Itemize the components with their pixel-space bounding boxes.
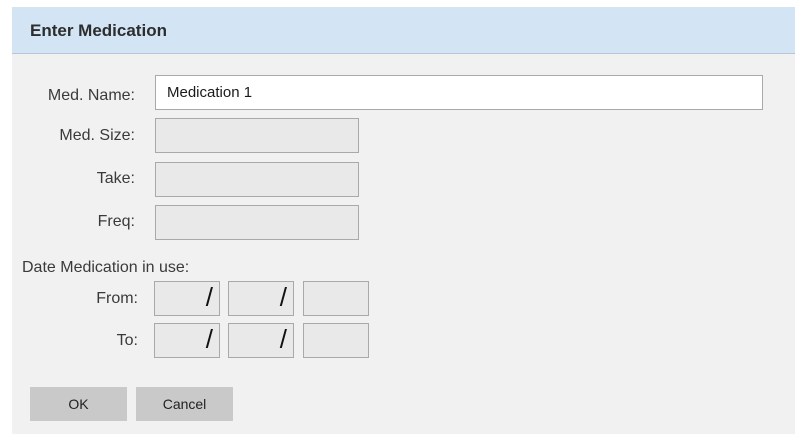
freq-field[interactable] — [155, 205, 359, 240]
from-year-field[interactable] — [303, 281, 369, 316]
to-year-field[interactable] — [303, 323, 369, 358]
med-name-field[interactable]: Medication 1 — [155, 75, 763, 110]
to-date-separator: / — [205, 324, 213, 354]
med-name-value: Medication 1 — [167, 84, 253, 101]
ok-button[interactable]: OK — [30, 387, 127, 421]
med-size-field[interactable] — [155, 118, 359, 153]
take-label: Take: — [96, 170, 135, 187]
freq-label: Freq: — [97, 213, 135, 230]
date-in-use-label: Date Medication in use: — [22, 259, 190, 276]
from-date-separator: / — [279, 282, 287, 312]
to-date-separator: / — [279, 324, 287, 354]
enter-medication-dialog: Enter Medication Med. Name: Medication 1… — [12, 7, 795, 434]
to-month-field[interactable]: / — [154, 323, 220, 358]
from-date-separator: / — [205, 282, 213, 312]
cancel-button[interactable]: Cancel — [136, 387, 233, 421]
med-size-label: Med. Size: — [59, 127, 135, 144]
to-day-field[interactable]: / — [228, 323, 294, 358]
to-label: To: — [116, 332, 138, 349]
from-day-field[interactable]: / — [228, 281, 294, 316]
dialog-title: Enter Medication — [30, 21, 167, 40]
from-label: From: — [96, 290, 138, 307]
med-name-label: Med. Name: — [47, 87, 135, 104]
dialog-title-bar: Enter Medication — [12, 7, 795, 54]
take-field[interactable] — [155, 162, 359, 197]
from-month-field[interactable]: / — [154, 281, 220, 316]
